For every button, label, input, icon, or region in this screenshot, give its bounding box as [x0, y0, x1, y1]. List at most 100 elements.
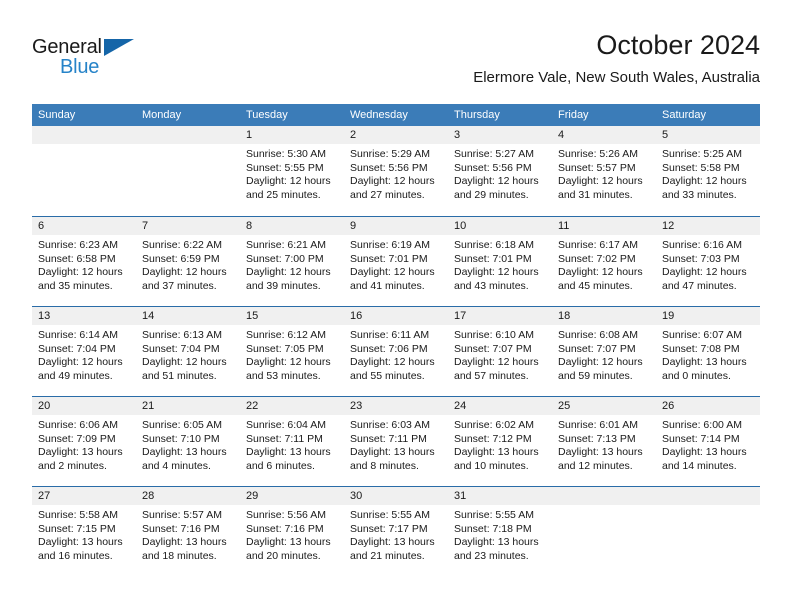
calendar-day-cell[interactable]: 21 Sunrise: 6:05 AM Sunset: 7:10 PM Dayligh…: [136, 397, 240, 486]
daylight-duration-line1: Daylight: 12 hours: [558, 266, 643, 278]
calendar-day-cell[interactable]: 29 Sunrise: 5:56 AM Sunset: 7:16 PM Dayligh…: [240, 487, 344, 576]
logo-triangle-icon: [104, 39, 134, 56]
daylight-duration-line1: Daylight: 13 hours: [662, 446, 747, 458]
day-number: 28: [136, 487, 240, 505]
weekday-header-thursday: Thursday: [454, 109, 500, 121]
daylight-duration-line1: Daylight: 12 hours: [38, 266, 123, 278]
sunrise-time: Sunrise: 6:16 AM: [662, 239, 742, 251]
daylight-duration-line2: and 14 minutes.: [662, 459, 737, 472]
daylight-duration-line1: Daylight: 13 hours: [246, 446, 331, 458]
calendar-day-cell[interactable]: 26 Sunrise: 6:00 AM Sunset: 7:14 PM Dayligh…: [656, 397, 760, 486]
calendar-day-cell[interactable]: 25 Sunrise: 6:01 AM Sunset: 7:13 PM Dayligh…: [552, 397, 656, 486]
calendar-day-cell[interactable]: 30 Sunrise: 5:55 AM Sunset: 7:17 PM Dayligh…: [344, 487, 448, 576]
daylight-duration-line2: and 12 minutes.: [558, 459, 633, 472]
calendar-day-cell[interactable]: 27 Sunrise: 5:58 AM Sunset: 7:15 PM Dayligh…: [32, 487, 136, 576]
calendar-day-cell[interactable]: 3 Sunrise: 5:27 AM Sunset: 5:56 PM Daylight…: [448, 126, 552, 216]
daylight-duration-line1: Daylight: 12 hours: [454, 356, 539, 368]
calendar-day-cell[interactable]: 8 Sunrise: 6:21 AM Sunset: 7:00 PM Daylight…: [240, 217, 344, 306]
calendar-day-cell[interactable]: 7 Sunrise: 6:22 AM Sunset: 6:59 PM Daylight…: [136, 217, 240, 306]
daylight-duration-line1: Daylight: 13 hours: [350, 446, 435, 458]
calendar-day-cell[interactable]: 5 Sunrise: 5:25 AM Sunset: 5:58 PM Daylight…: [656, 126, 760, 216]
calendar-day-cell[interactable]: 6 Sunrise: 6:23 AM Sunset: 6:58 PM Daylight…: [32, 217, 136, 306]
sunrise-time: Sunrise: 5:26 AM: [558, 148, 638, 160]
sunset-time: Sunset: 7:10 PM: [142, 432, 220, 445]
sunrise-time: Sunrise: 6:01 AM: [558, 419, 638, 431]
daylight-duration-line2: and 6 minutes.: [246, 459, 315, 472]
calendar-day-cell[interactable]: 16 Sunrise: 6:11 AM Sunset: 7:06 PM Dayligh…: [344, 307, 448, 396]
calendar-day-cell[interactable]: 20 Sunrise: 6:06 AM Sunset: 7:09 PM Dayligh…: [32, 397, 136, 486]
page-title: October 2024: [596, 30, 760, 60]
day-number: [136, 126, 240, 144]
day-number: 6: [32, 217, 136, 235]
sunrise-time: Sunrise: 5:55 AM: [454, 509, 534, 521]
daylight-duration-line1: Daylight: 12 hours: [350, 175, 435, 187]
daylight-duration-line2: and 25 minutes.: [246, 188, 321, 201]
daylight-duration-line2: and 29 minutes.: [454, 188, 529, 201]
sunset-time: Sunset: 6:59 PM: [142, 252, 220, 265]
calendar-day-cell[interactable]: 12 Sunrise: 6:16 AM Sunset: 7:03 PM Dayligh…: [656, 217, 760, 306]
day-sun-info: Sunrise: 5:27 AM Sunset: 5:56 PM Daylight:…: [448, 144, 552, 202]
day-sun-info: Sunrise: 6:21 AM Sunset: 7:00 PM Daylight:…: [240, 235, 344, 293]
sunrise-time: Sunrise: 6:22 AM: [142, 239, 222, 251]
weekday-header-monday: Monday: [142, 109, 182, 121]
sunrise-time: Sunrise: 5:25 AM: [662, 148, 742, 160]
daylight-duration-line2: and 27 minutes.: [350, 188, 425, 201]
daylight-duration-line1: Daylight: 12 hours: [350, 266, 435, 278]
daylight-duration-line1: Daylight: 12 hours: [246, 356, 331, 368]
day-number: [656, 487, 760, 505]
calendar-day-cell[interactable]: 4 Sunrise: 5:26 AM Sunset: 5:57 PM Daylight…: [552, 126, 656, 216]
daylight-duration-line2: and 55 minutes.: [350, 369, 425, 382]
daylight-duration-line1: Daylight: 12 hours: [350, 356, 435, 368]
calendar-day-cell[interactable]: 1 Sunrise: 5:30 AM Sunset: 5:55 PM Daylight…: [240, 126, 344, 216]
day-sun-info: Sunrise: 6:02 AM Sunset: 7:12 PM Daylight:…: [448, 415, 552, 473]
day-sun-info: Sunrise: 6:11 AM Sunset: 7:06 PM Daylight:…: [344, 325, 448, 383]
calendar-day-cell[interactable]: 28 Sunrise: 5:57 AM Sunset: 7:16 PM Dayligh…: [136, 487, 240, 576]
calendar-day-cell[interactable]: 23 Sunrise: 6:03 AM Sunset: 7:11 PM Dayligh…: [344, 397, 448, 486]
sunset-time: Sunset: 5:57 PM: [558, 161, 636, 174]
daylight-duration-line1: Daylight: 12 hours: [38, 356, 123, 368]
calendar-day-cell[interactable]: 15 Sunrise: 6:12 AM Sunset: 7:05 PM Dayligh…: [240, 307, 344, 396]
calendar-body: 1 Sunrise: 5:30 AM Sunset: 5:55 PM Daylight…: [32, 126, 760, 576]
day-sun-info: Sunrise: 6:14 AM Sunset: 7:04 PM Daylight:…: [32, 325, 136, 383]
calendar-day-cell[interactable]: 18 Sunrise: 6:08 AM Sunset: 7:07 PM Dayligh…: [552, 307, 656, 396]
sunset-time: Sunset: 5:58 PM: [662, 161, 740, 174]
calendar-day-cell[interactable]: 17 Sunrise: 6:10 AM Sunset: 7:07 PM Dayligh…: [448, 307, 552, 396]
daylight-duration-line1: Daylight: 12 hours: [454, 266, 539, 278]
calendar-day-cell[interactable]: 9 Sunrise: 6:19 AM Sunset: 7:01 PM Daylight…: [344, 217, 448, 306]
sunrise-time: Sunrise: 6:06 AM: [38, 419, 118, 431]
day-sun-info: Sunrise: 5:30 AM Sunset: 5:55 PM Daylight:…: [240, 144, 344, 202]
day-number: 17: [448, 307, 552, 325]
day-number: 23: [344, 397, 448, 415]
day-sun-info: Sunrise: 6:18 AM Sunset: 7:01 PM Daylight:…: [448, 235, 552, 293]
day-number: 10: [448, 217, 552, 235]
calendar-day-cell[interactable]: 24 Sunrise: 6:02 AM Sunset: 7:12 PM Dayligh…: [448, 397, 552, 486]
daylight-duration-line2: and 51 minutes.: [142, 369, 217, 382]
day-sun-info: Sunrise: 6:07 AM Sunset: 7:08 PM Daylight:…: [656, 325, 760, 383]
calendar-week-row: 1 Sunrise: 5:30 AM Sunset: 5:55 PM Daylight…: [32, 126, 760, 216]
sunset-time: Sunset: 7:04 PM: [38, 342, 116, 355]
calendar-day-cell[interactable]: 22 Sunrise: 6:04 AM Sunset: 7:11 PM Dayligh…: [240, 397, 344, 486]
calendar-day-cell[interactable]: 10 Sunrise: 6:18 AM Sunset: 7:01 PM Dayligh…: [448, 217, 552, 306]
day-number: 25: [552, 397, 656, 415]
day-number: 11: [552, 217, 656, 235]
calendar-day-cell[interactable]: 13 Sunrise: 6:14 AM Sunset: 7:04 PM Dayligh…: [32, 307, 136, 396]
daylight-duration-line1: Daylight: 13 hours: [246, 536, 331, 548]
general-blue-logo[interactable]: General Blue: [32, 36, 182, 86]
sunset-time: Sunset: 7:02 PM: [558, 252, 636, 265]
calendar-day-cell[interactable]: 31 Sunrise: 5:55 AM Sunset: 7:18 PM Dayligh…: [448, 487, 552, 576]
calendar-day-cell[interactable]: 14 Sunrise: 6:13 AM Sunset: 7:04 PM Dayligh…: [136, 307, 240, 396]
daylight-duration-line1: Daylight: 13 hours: [38, 446, 123, 458]
sunrise-time: Sunrise: 6:10 AM: [454, 329, 534, 341]
weekday-header-row: Sunday Monday Tuesday Wednesday Thursday Frid…: [32, 104, 760, 126]
sunrise-time: Sunrise: 6:19 AM: [350, 239, 430, 251]
sunrise-time: Sunrise: 6:14 AM: [38, 329, 118, 341]
calendar-week-row: 20 Sunrise: 6:06 AM Sunset: 7:09 PM Dayligh…: [32, 396, 760, 486]
daylight-duration-line2: and 59 minutes.: [558, 369, 633, 382]
sunset-time: Sunset: 5:56 PM: [454, 161, 532, 174]
calendar-day-cell[interactable]: 11 Sunrise: 6:17 AM Sunset: 7:02 PM Dayligh…: [552, 217, 656, 306]
logo-text-blue: Blue: [60, 56, 100, 78]
calendar-day-cell[interactable]: 2 Sunrise: 5:29 AM Sunset: 5:56 PM Daylight…: [344, 126, 448, 216]
weekday-header-sunday: Sunday: [38, 109, 76, 121]
calendar-day-cell[interactable]: 19 Sunrise: 6:07 AM Sunset: 7:08 PM Dayligh…: [656, 307, 760, 396]
daylight-duration-line1: Daylight: 12 hours: [662, 266, 747, 278]
